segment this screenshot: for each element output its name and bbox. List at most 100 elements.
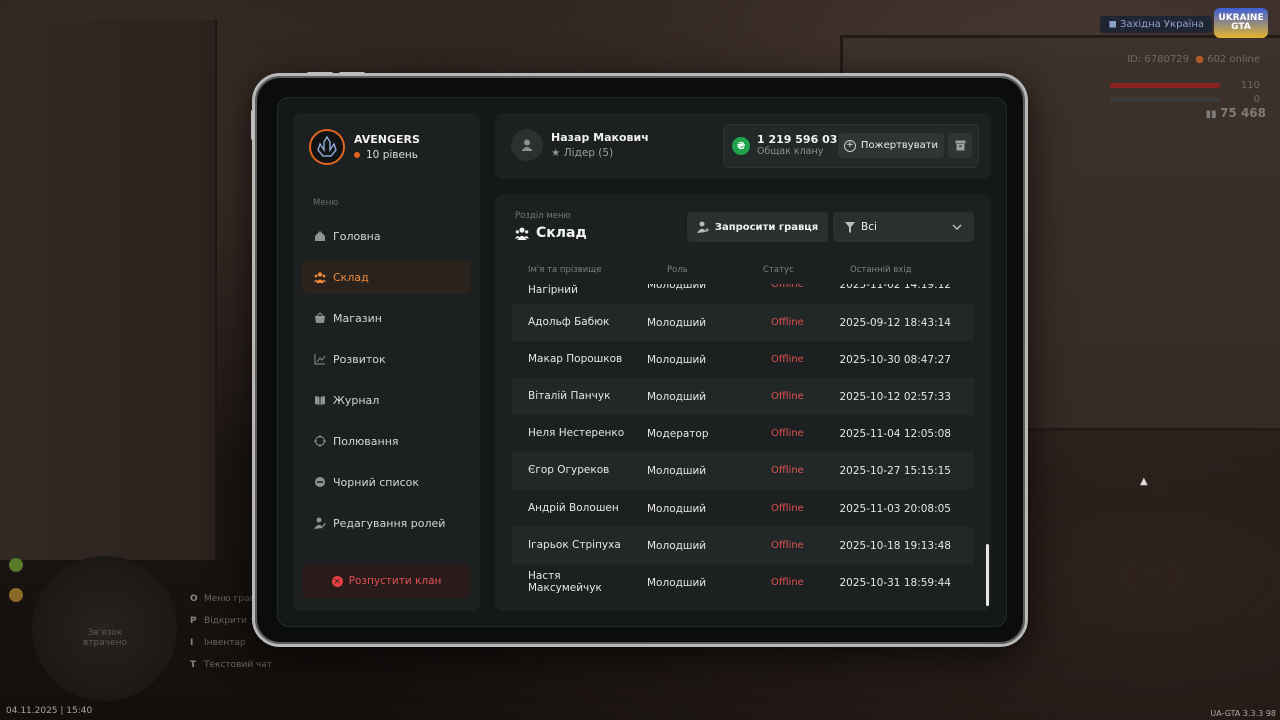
region-icon: ◼ bbox=[1108, 19, 1120, 30]
water-icon bbox=[9, 588, 23, 602]
block-icon bbox=[314, 476, 326, 488]
minimap-status: Зв'язок втрачено bbox=[82, 628, 128, 648]
crosshair-icon bbox=[314, 435, 326, 447]
close-circle-icon: ✕ bbox=[331, 575, 343, 587]
date-time: 04.11.2025 | 15:40 bbox=[6, 706, 93, 716]
users-icon bbox=[314, 271, 326, 283]
treasury-amount: 1 219 596 035 bbox=[757, 133, 846, 146]
health-bar bbox=[1110, 83, 1220, 88]
sidebar-item-edit-roles[interactable]: Редагування ролей bbox=[302, 506, 471, 540]
column-role: Роль bbox=[667, 265, 688, 275]
table-row[interactable]: Ігарьок Стріпуха Молодший Offline 2025-1… bbox=[512, 527, 974, 564]
members-panel: Розділ меню Склад Запросити гравця Всі І… bbox=[495, 194, 991, 611]
invite-player-button[interactable]: Запросити гравця bbox=[687, 212, 828, 242]
treasury-box: ₴ 1 219 596 035 Общак клану + Пожертвува… bbox=[723, 124, 979, 168]
status-badge: Offline bbox=[771, 503, 804, 514]
status-badge: Offline bbox=[771, 391, 804, 402]
user-icon bbox=[521, 139, 533, 151]
table-row[interactable]: Єгор Огуреков Молодший Offline 2025-10-2… bbox=[512, 452, 974, 489]
sidebar-item-home[interactable]: Головна bbox=[302, 219, 471, 253]
user-edit-icon bbox=[314, 517, 326, 529]
plus-circle-icon: + bbox=[843, 139, 856, 152]
sidebar-item-blacklist[interactable]: Чорний список bbox=[302, 465, 471, 499]
health-value: 110 bbox=[1240, 80, 1260, 91]
tablet-side-button bbox=[251, 110, 254, 140]
section-title: Склад bbox=[515, 225, 587, 241]
sidebar-item-development[interactable]: Розвиток bbox=[302, 342, 471, 376]
table-row[interactable]: Олександр Нагірний Молодший Offline 2025… bbox=[512, 284, 974, 303]
column-status: Статус bbox=[763, 265, 794, 275]
table-row[interactable]: Віталій Панчук Молодший Offline 2025-10-… bbox=[512, 378, 974, 415]
sidebar-item-shop[interactable]: Магазин bbox=[302, 301, 471, 335]
clan-logo-icon bbox=[309, 129, 345, 165]
table-row[interactable]: Андрій Волошен Молодший Offline 2025-11-… bbox=[512, 490, 974, 527]
clan-header: AVENGERS 10 рівень bbox=[309, 129, 420, 165]
version-fps: UA-GTA 3.3.3 98 bbox=[1210, 709, 1276, 718]
server-logo: UKRAINE GTA bbox=[1214, 8, 1268, 38]
armor-bar bbox=[1110, 97, 1220, 102]
menu-label: Меню bbox=[313, 198, 339, 208]
home-icon bbox=[314, 230, 326, 242]
level-dot-icon bbox=[354, 152, 360, 158]
table-header: Ім'я та прізвище Роль Статус Останній вх… bbox=[528, 265, 968, 277]
status-badge: Offline bbox=[771, 540, 804, 551]
clan-level: 10 рівень bbox=[354, 149, 420, 161]
chevron-down-icon bbox=[952, 224, 962, 230]
members-table: Олександр Нагірний Молодший Offline 2025… bbox=[512, 284, 974, 607]
users-icon bbox=[515, 226, 529, 240]
top-bar: Назар Макович ★ Лідер (5) ₴ 1 219 596 03… bbox=[495, 113, 991, 179]
avatar bbox=[511, 129, 543, 161]
online-dot-icon: ● bbox=[1195, 54, 1205, 65]
user-role: ★ Лідер (5) bbox=[551, 147, 614, 159]
filter-icon bbox=[845, 221, 855, 233]
clan-name: AVENGERS bbox=[354, 133, 420, 146]
status-badge: Offline bbox=[771, 465, 804, 476]
food-icon bbox=[9, 558, 23, 572]
section-label: Розділ меню bbox=[515, 211, 571, 221]
book-icon bbox=[314, 394, 326, 406]
column-last-login: Останній вхід bbox=[850, 265, 912, 275]
table-row[interactable]: Неля Нестеренко Модератор Offline 2025-1… bbox=[512, 415, 974, 452]
status-badge: Offline bbox=[771, 428, 804, 439]
disband-clan-button[interactable]: ✕ Розпустити клан bbox=[302, 564, 471, 598]
table-row[interactable]: Адольф Бабюк Молодший Offline 2025-09-12… bbox=[512, 304, 974, 341]
scrollbar-thumb[interactable] bbox=[986, 544, 989, 606]
basket-icon bbox=[314, 312, 326, 324]
treasury-label: Общак клану bbox=[757, 146, 824, 157]
armor-value: 0 bbox=[1253, 94, 1260, 105]
table-row[interactable]: Макар Порошков Молодший Offline 2025-10-… bbox=[512, 341, 974, 378]
status-badge: Offline bbox=[771, 577, 804, 588]
status-badge: Offline bbox=[771, 284, 804, 290]
region-badge: ◼ Західна Україна bbox=[1100, 16, 1212, 33]
hud-status-icons bbox=[9, 558, 23, 602]
tablet-button bbox=[307, 72, 333, 75]
donate-button[interactable]: + Пожертвувати bbox=[838, 133, 944, 158]
mouse-cursor-icon: ▲ bbox=[1140, 476, 1148, 487]
archive-icon bbox=[955, 140, 965, 151]
hryvnia-coin-icon: ₴ bbox=[732, 137, 750, 155]
column-name: Ім'я та прізвище bbox=[528, 265, 602, 275]
user-name: Назар Макович bbox=[551, 131, 649, 144]
background-wall-left bbox=[0, 20, 217, 560]
chart-icon bbox=[314, 353, 326, 365]
tablet-frame: AVENGERS 10 рівень Меню Головна Склад Ма… bbox=[251, 72, 1028, 647]
user-plus-icon bbox=[696, 221, 709, 233]
sidebar: AVENGERS 10 рівень Меню Головна Склад Ма… bbox=[293, 113, 480, 611]
sidebar-item-hunting[interactable]: Полювання bbox=[302, 424, 471, 458]
sidebar-menu: Головна Склад Магазин Розвиток Журнал По… bbox=[302, 219, 471, 547]
status-badge: Offline bbox=[771, 317, 804, 328]
sidebar-item-members[interactable]: Склад bbox=[302, 260, 471, 294]
table-row[interactable]: Настя Максумейчук Молодший Offline 2025-… bbox=[512, 564, 974, 601]
star-icon: ★ bbox=[551, 147, 561, 159]
role-filter-select[interactable]: Всі bbox=[833, 212, 974, 242]
archive-button[interactable] bbox=[948, 133, 972, 158]
hint-chat: T Текстовий чат bbox=[190, 660, 273, 670]
status-badge: Offline bbox=[771, 354, 804, 365]
tablet-button bbox=[339, 72, 365, 75]
clan-panel: AVENGERS 10 рівень Меню Головна Склад Ма… bbox=[277, 97, 1007, 627]
hud-money: ▮▮ 75 468 bbox=[1205, 106, 1266, 120]
sidebar-item-journal[interactable]: Журнал bbox=[302, 383, 471, 417]
user-card: Назар Макович ★ Лідер (5) bbox=[511, 129, 649, 161]
cash-icon: ▮▮ bbox=[1205, 109, 1221, 120]
hud-id-online: ID: 6780729 ● 602 online bbox=[1127, 54, 1260, 65]
